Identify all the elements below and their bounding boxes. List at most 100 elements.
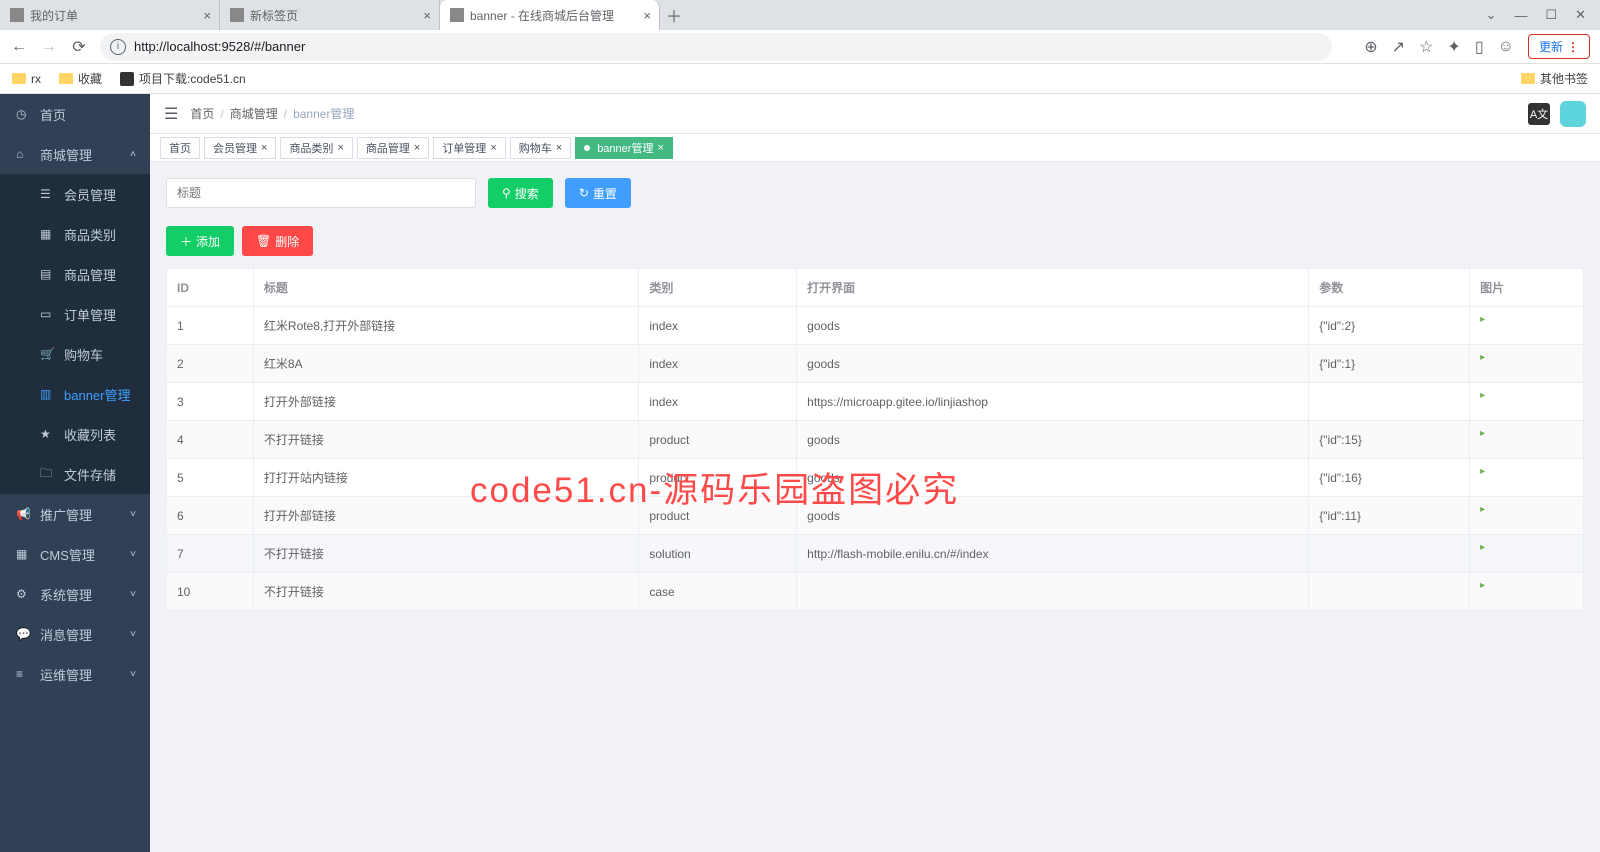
- tab-close-icon[interactable]: ×: [203, 8, 211, 23]
- window-maximize-button[interactable]: ☐: [1545, 7, 1557, 23]
- view-tag[interactable]: 订单管理×: [433, 137, 505, 159]
- table-cell: 不打开链接: [253, 421, 638, 459]
- bookmark-fav[interactable]: 收藏: [59, 70, 102, 87]
- table-row[interactable]: 3打开外部链接indexhttps://microapp.gitee.io/li…: [167, 383, 1584, 421]
- table-header: 打开界面: [797, 269, 1309, 307]
- menu-icon: ▤: [40, 267, 54, 281]
- table-row[interactable]: 6打开外部链接productgoods{"id":11}: [167, 497, 1584, 535]
- other-bookmarks[interactable]: 其他书签: [1521, 70, 1588, 87]
- tag-label: 购物车: [519, 140, 552, 156]
- table-cell: 10: [167, 573, 254, 611]
- view-tag[interactable]: 商品管理 ×: [357, 137, 429, 159]
- table-cell-image: [1470, 535, 1584, 573]
- sidebar-item[interactable]: ▦CMS管理˅: [0, 534, 150, 574]
- breadcrumb-item[interactable]: 商城管理: [230, 105, 278, 122]
- view-tag[interactable]: 首页: [160, 137, 200, 159]
- view-tag[interactable]: 会员管理×: [204, 137, 276, 159]
- window-minimize-button[interactable]: —: [1514, 8, 1527, 23]
- table-cell: 打打开站内链接: [253, 459, 638, 497]
- sidebar-item[interactable]: ◷首页: [0, 94, 150, 134]
- extensions-icon[interactable]: ✦: [1447, 37, 1460, 57]
- sidebar-item-label: 订单管理: [64, 305, 116, 324]
- data-table: ID标题类别打开界面参数图片 1红米Rote8,打开外部链接indexgoods…: [166, 268, 1584, 611]
- table-cell: 4: [167, 421, 254, 459]
- language-toggle[interactable]: A文: [1528, 103, 1550, 125]
- sidebar-item[interactable]: ☰会员管理: [0, 174, 150, 214]
- table-cell-image: [1470, 421, 1584, 459]
- breadcrumb-item[interactable]: 首页: [190, 105, 214, 122]
- bookmark-code51[interactable]: 项目下载:code51.cn: [120, 70, 246, 87]
- tag-close-icon[interactable]: ×: [490, 142, 496, 154]
- sidebar-item[interactable]: ▤ 商品管理: [0, 254, 150, 294]
- bookmark-rx[interactable]: rx: [12, 72, 41, 86]
- bookmark-star-icon[interactable]: ☆: [1419, 37, 1433, 57]
- table-cell: product: [639, 459, 797, 497]
- new-tab-button[interactable]: ＋: [660, 3, 688, 27]
- sidebar-item[interactable]: ⌂商城管理˄: [0, 134, 150, 174]
- topbar: ☰ 首页 / 商城管理 / banner管理 A文: [150, 94, 1600, 134]
- tag-close-icon[interactable]: ×: [657, 142, 663, 154]
- sidebar-item[interactable]: ▦商品类别: [0, 214, 150, 254]
- delete-button[interactable]: 🗑 删除: [242, 226, 313, 256]
- sidebar-item[interactable]: ▭订单管理: [0, 294, 150, 334]
- avatar[interactable]: [1560, 101, 1586, 127]
- tab-close-icon[interactable]: ×: [423, 8, 431, 23]
- table-cell: 7: [167, 535, 254, 573]
- sidebar-item[interactable]: 📢推广管理˅: [0, 494, 150, 534]
- sidebar-item[interactable]: 🗀文件存储: [0, 454, 150, 494]
- table-header: 类别: [639, 269, 797, 307]
- window-close-button[interactable]: ✕: [1575, 7, 1586, 23]
- view-tag[interactable]: 购物车 ×: [510, 137, 571, 159]
- table-row[interactable]: 4不打开链接productgoods{"id":15}: [167, 421, 1584, 459]
- view-tag[interactable]: banner管理 ×: [575, 137, 673, 159]
- search-input[interactable]: [166, 178, 476, 208]
- search-page-icon[interactable]: ⊕: [1364, 37, 1377, 57]
- tag-close-icon[interactable]: ×: [261, 142, 267, 154]
- search-button[interactable]: ⚲ 搜索: [488, 178, 553, 208]
- sidebar-item-label: 商品管理: [64, 265, 116, 284]
- table-cell: https://microapp.gitee.io/linjiashop: [797, 383, 1309, 421]
- add-button[interactable]: ＋ 添加: [166, 226, 234, 256]
- sidebar-item[interactable]: 💬消息管理˅: [0, 614, 150, 654]
- reload-button[interactable]: ⟳: [70, 38, 88, 56]
- broken-image-icon: [1480, 583, 1494, 597]
- menu-icon: 🗀: [40, 464, 54, 485]
- back-button[interactable]: ←: [10, 38, 28, 56]
- table-row[interactable]: 10不打开链接case: [167, 573, 1584, 611]
- sidebar-item[interactable]: ★收藏列表: [0, 414, 150, 454]
- sidebar-item[interactable]: ≡运维管理˅: [0, 654, 150, 694]
- side-panel-icon[interactable]: ▯: [1475, 37, 1484, 57]
- reset-button[interactable]: ↻ 重置: [565, 178, 631, 208]
- table-row[interactable]: 2红米8Aindexgoods{"id":1}: [167, 345, 1584, 383]
- browser-tab[interactable]: 我的订单×: [0, 0, 220, 30]
- tab-favicon: [10, 8, 24, 22]
- table-row[interactable]: 7不打开链接solutionhttp://flash-mobile.enilu.…: [167, 535, 1584, 573]
- sidebar-item[interactable]: ⚙系统管理˅: [0, 574, 150, 614]
- table-cell: index: [639, 345, 797, 383]
- sidebar-item[interactable]: 🛒购物车: [0, 334, 150, 374]
- hamburger-icon[interactable]: ☰: [164, 104, 178, 124]
- tag-close-icon[interactable]: ×: [556, 142, 562, 154]
- sidebar-item-label: 推广管理: [40, 505, 92, 524]
- window-chevron-icon[interactable]: ⌄: [1486, 7, 1497, 23]
- browser-tab[interactable]: banner - 在线商城后台管理×: [440, 0, 660, 30]
- browser-tab[interactable]: 新标签页×: [220, 0, 440, 30]
- site-info-icon[interactable]: i: [110, 39, 126, 55]
- folder-icon: [12, 73, 26, 84]
- forward-button[interactable]: →: [40, 38, 58, 56]
- tag-close-icon[interactable]: ×: [337, 142, 343, 154]
- view-tag[interactable]: 商品类别×: [280, 137, 352, 159]
- tag-close-icon[interactable]: ×: [414, 142, 420, 154]
- tab-favicon: [450, 8, 464, 22]
- browser-update-button[interactable]: 更新: [1528, 34, 1590, 59]
- tag-label: 商品管理: [366, 140, 410, 156]
- tag-label: banner管理: [597, 140, 653, 156]
- profile-icon[interactable]: ☺: [1498, 38, 1514, 56]
- site-icon: [120, 72, 134, 86]
- tab-close-icon[interactable]: ×: [643, 8, 651, 23]
- table-row[interactable]: 5打打开站内链接productgoods{"id":16}: [167, 459, 1584, 497]
- share-icon[interactable]: ↗: [1392, 37, 1405, 57]
- sidebar-item[interactable]: ▥banner管理: [0, 374, 150, 414]
- table-row[interactable]: 1红米Rote8,打开外部链接indexgoods{"id":2}: [167, 307, 1584, 345]
- url-bar[interactable]: i http://localhost:9528/#/banner: [100, 33, 1332, 61]
